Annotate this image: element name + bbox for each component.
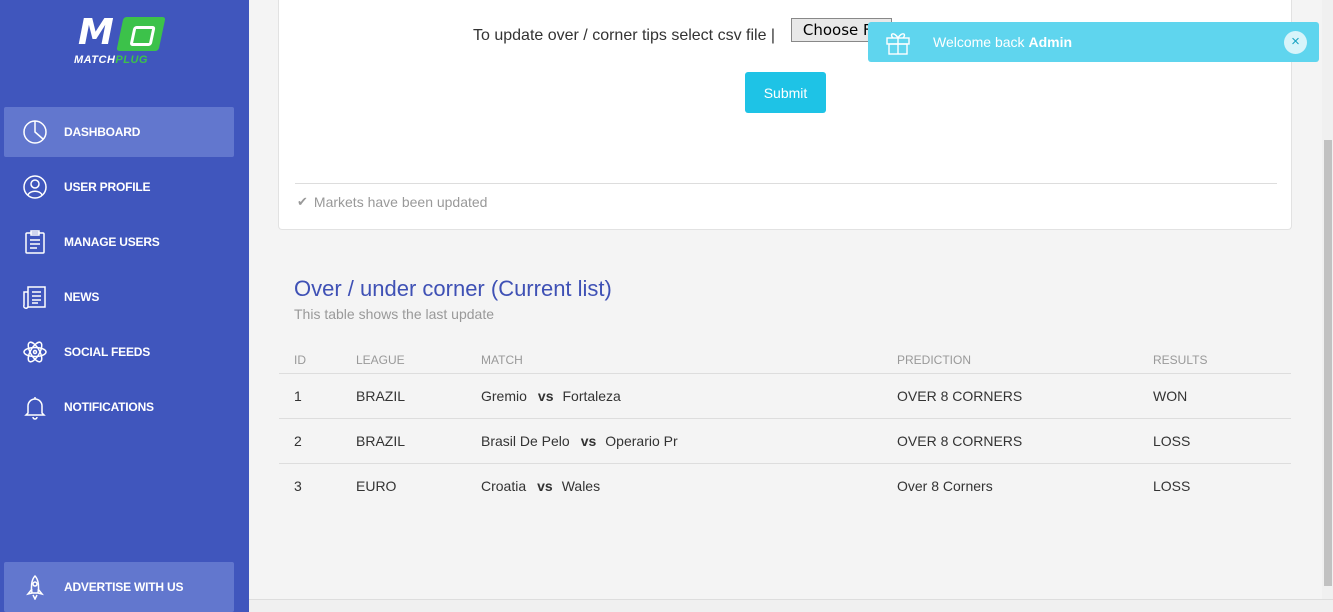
- cell-prediction: OVER 8 CORNERS: [897, 433, 1023, 449]
- cell-prediction: Over 8 Corners: [897, 478, 993, 494]
- header-league: LEAGUE: [356, 353, 405, 367]
- pie-chart-icon: [20, 117, 50, 147]
- header-match: MATCH: [481, 353, 523, 367]
- table-row: 2 BRAZIL Brasil De Pelo vs Operario Pr OVE…: [279, 419, 1291, 464]
- header-results: RESULTS: [1153, 353, 1208, 367]
- matchplug-logo[interactable]: M MATCHPLUG: [74, 14, 166, 70]
- newspaper-icon: [20, 282, 50, 312]
- section-title: Over / under corner (Current list): [294, 276, 612, 301]
- check-icon: ✔: [297, 194, 308, 209]
- cell-result: WON: [1153, 388, 1188, 404]
- sidebar-item-news[interactable]: NEWS: [4, 272, 234, 322]
- sidebar-item-label: NEWS: [64, 290, 100, 304]
- logo-wordmark: MATCHPLUG: [74, 54, 148, 66]
- sidebar-item-dashboard[interactable]: DASHBOARD: [4, 107, 234, 157]
- cell-result: LOSS: [1153, 433, 1191, 449]
- cell-match: Gremio vs Fortaleza: [481, 388, 621, 404]
- plug-icon: [116, 17, 166, 51]
- cell-prediction: OVER 8 CORNERS: [897, 388, 1023, 404]
- update-status: ✔ Markets have been updated: [297, 194, 487, 210]
- table-row: 3 EURO Croatia vs Wales Over 8 Corners LOS…: [279, 464, 1291, 509]
- cell-id: 3: [294, 478, 302, 494]
- corner-tips-table: ID LEAGUE MATCH PREDICTION RESULTS 1 BRA…: [279, 344, 1291, 509]
- header-id: ID: [294, 353, 306, 367]
- cell-league: BRAZIL: [356, 433, 406, 449]
- toast-message: Welcome back Admin: [933, 34, 1073, 50]
- update-status-text: Markets have been updated: [313, 194, 488, 210]
- submit-button[interactable]: Submit: [745, 72, 826, 113]
- cell-id: 2: [294, 433, 302, 449]
- bell-icon: [20, 392, 50, 422]
- cell-match: Croatia vs Wales: [481, 478, 601, 494]
- advertise-label: ADVERTISE WITH US: [64, 580, 184, 594]
- close-icon[interactable]: ×: [1284, 31, 1307, 54]
- logo-mark: M: [78, 12, 114, 53]
- sidebar: M MATCHPLUG DASHBOARD USER PROFILE MANAG…: [0, 0, 249, 612]
- cell-id: 1: [294, 388, 302, 404]
- advertise-button[interactable]: ADVERTISE WITH US: [4, 562, 234, 612]
- sidebar-item-user-profile[interactable]: USER PROFILE: [4, 162, 234, 212]
- user-circle-icon: [20, 172, 50, 202]
- scrollbar-thumb[interactable]: [1324, 140, 1332, 586]
- welcome-toast: Welcome back Admin ×: [868, 22, 1319, 62]
- sidebar-item-manage-users[interactable]: MANAGE USERS: [4, 217, 234, 267]
- atom-icon: [20, 337, 50, 367]
- sidebar-item-notifications[interactable]: NOTIFICATIONS: [4, 382, 234, 432]
- sidebar-item-label: SOCIAL FEEDS: [64, 345, 151, 359]
- sidebar-item-label: DASHBOARD: [64, 125, 141, 139]
- cell-match: Brasil De Pelo vs Operario Pr: [481, 433, 678, 449]
- cell-league: EURO: [356, 478, 397, 494]
- rocket-icon: [20, 572, 50, 602]
- sidebar-item-label: NOTIFICATIONS: [64, 400, 154, 414]
- clipboard-icon: [20, 227, 50, 257]
- section-subtitle: This table shows the last update: [294, 306, 495, 322]
- table-row: 1 BRAZIL Gremio vs Fortaleza OVER 8 CORNER…: [279, 374, 1291, 419]
- sidebar-item-label: MANAGE USERS: [64, 235, 160, 249]
- table-header: ID LEAGUE MATCH PREDICTION RESULTS: [279, 344, 1291, 374]
- header-prediction: PREDICTION: [897, 353, 972, 367]
- cell-result: LOSS: [1153, 478, 1191, 494]
- upload-label: To update over / corner tips select csv …: [473, 27, 776, 44]
- gift-icon: [884, 28, 912, 56]
- cell-league: BRAZIL: [356, 388, 406, 404]
- horizontal-scrollbar[interactable]: [249, 599, 1333, 612]
- sidebar-item-social-feeds[interactable]: SOCIAL FEEDS: [4, 327, 234, 377]
- sidebar-item-label: USER PROFILE: [64, 180, 151, 194]
- divider: [295, 183, 1277, 184]
